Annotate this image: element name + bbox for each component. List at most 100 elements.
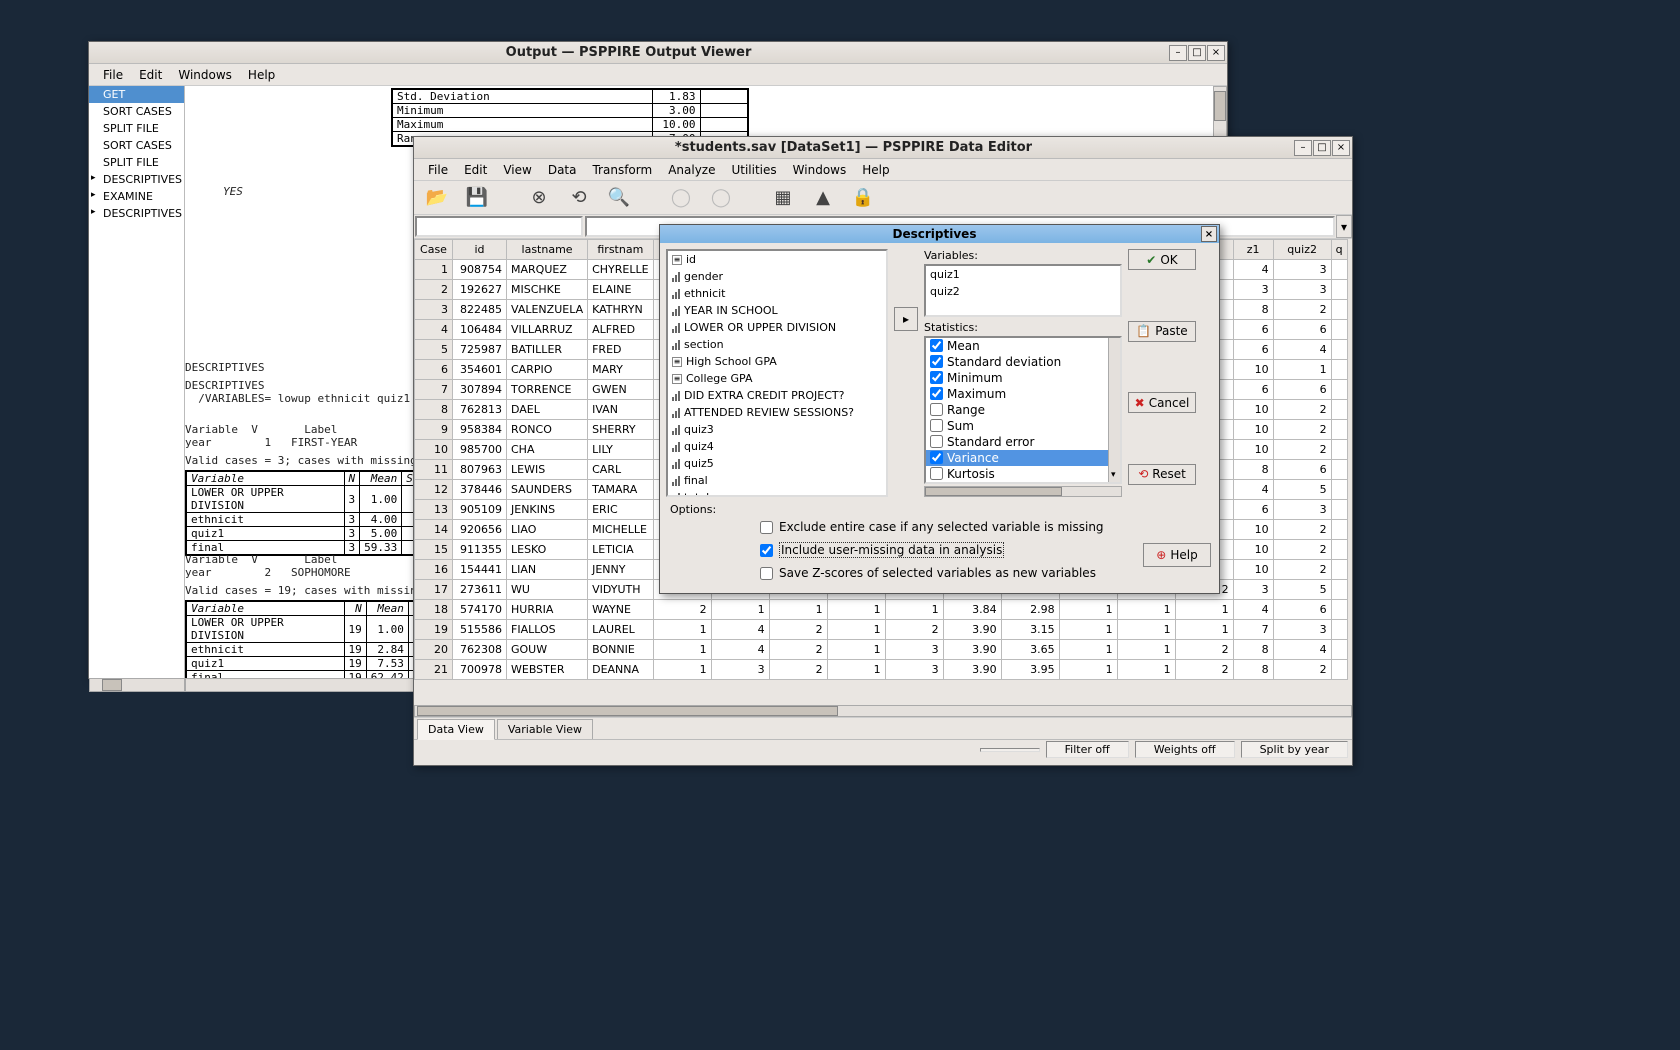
source-var-item[interactable]: quiz3	[668, 421, 886, 438]
stat-option[interactable]: Variance	[926, 450, 1120, 466]
goto-case-icon[interactable]: ⊗	[526, 185, 552, 211]
statistics-list[interactable]: Mean Standard deviation Minimum Maximum …	[924, 336, 1122, 484]
cancel-button[interactable]: ✖Cancel	[1128, 392, 1196, 413]
var-label-header-1: Variable V Label	[185, 423, 337, 436]
tree-item[interactable]: SPLIT FILE	[89, 154, 184, 171]
option-checkbox[interactable]	[760, 521, 773, 534]
option-checkbox[interactable]	[760, 544, 773, 557]
menu-transform[interactable]: Transform	[584, 160, 660, 180]
save-icon[interactable]: 💾	[464, 185, 490, 211]
source-var-item[interactable]: quiz5	[668, 455, 886, 472]
source-var-item[interactable]: DID EXTRA CREDIT PROJECT?	[668, 387, 886, 404]
stat-checkbox[interactable]	[930, 387, 943, 400]
stat-option[interactable]: Range	[926, 402, 1120, 418]
stat-checkbox[interactable]	[930, 371, 943, 384]
goto-variable-icon[interactable]: ⟲	[566, 185, 592, 211]
menu-help[interactable]: Help	[240, 65, 283, 85]
stat-option[interactable]: Mean	[926, 338, 1120, 354]
desc-heading-1: DESCRIPTIVES	[185, 361, 264, 374]
stat-option[interactable]: Minimum	[926, 370, 1120, 386]
menu-view[interactable]: View	[495, 160, 539, 180]
stat-checkbox[interactable]	[930, 403, 943, 416]
tree-item[interactable]: SPLIT FILE	[89, 120, 184, 137]
menu-windows[interactable]: Windows	[785, 160, 855, 180]
source-var-item[interactable]: ethnicit	[668, 285, 886, 302]
stat-checkbox[interactable]	[930, 435, 943, 448]
stat-checkbox[interactable]	[930, 355, 943, 368]
source-var-item[interactable]: gender	[668, 268, 886, 285]
tree-item[interactable]: GET	[89, 86, 184, 103]
source-var-item[interactable]: quiz4	[668, 438, 886, 455]
stat-checkbox[interactable]	[930, 451, 943, 464]
output-tree[interactable]: GETSORT CASESSPLIT FILESORT CASESSPLIT F…	[89, 86, 185, 678]
source-var-item[interactable]: LOWER OR UPPER DIVISION	[668, 319, 886, 336]
value-labels-icon[interactable]: ▦	[770, 185, 796, 211]
help-button[interactable]: ⊕Help	[1143, 543, 1211, 567]
tree-item[interactable]: DESCRIPTIVES	[89, 171, 184, 188]
minimize-button[interactable]: –	[1169, 45, 1187, 61]
menu-edit[interactable]: Edit	[456, 160, 495, 180]
paste-button[interactable]: 📋Paste	[1128, 321, 1196, 342]
var-label-header-2: Variable V Label	[185, 553, 337, 566]
tab-data-view[interactable]: Data View	[417, 719, 495, 740]
stat-checkbox[interactable]	[930, 467, 943, 480]
tree-item[interactable]: SORT CASES	[89, 103, 184, 120]
menu-help[interactable]: Help	[854, 160, 897, 180]
stat-checkbox[interactable]	[930, 339, 943, 352]
stat-option[interactable]: Kurtosis	[926, 466, 1120, 482]
menu-file[interactable]: File	[420, 160, 456, 180]
dialog-close-button[interactable]: ×	[1201, 226, 1217, 242]
insert-variable-icon[interactable]: ◯	[708, 185, 734, 211]
source-var-item[interactable]: section	[668, 336, 886, 353]
menu-data[interactable]: Data	[540, 160, 585, 180]
option-row[interactable]: Exclude entire case if any selected vari…	[670, 516, 1209, 538]
option-row[interactable]: Include user-missing data in analysis	[670, 538, 1209, 562]
variables-label: Variables:	[924, 249, 1122, 262]
source-var-item[interactable]: final	[668, 472, 886, 489]
stat-checkbox[interactable]	[930, 419, 943, 432]
menu-edit[interactable]: Edit	[131, 65, 170, 85]
minimize-button[interactable]: –	[1294, 140, 1312, 156]
ok-button[interactable]: ✔OK	[1128, 249, 1196, 270]
option-checkbox[interactable]	[760, 567, 773, 580]
selected-var-item[interactable]: quiz1	[926, 266, 1120, 283]
source-var-item[interactable]: YEAR IN SCHOOL	[668, 302, 886, 319]
maximize-button[interactable]: □	[1313, 140, 1331, 156]
tree-item[interactable]: EXAMINE	[89, 188, 184, 205]
maximize-button[interactable]: □	[1188, 45, 1206, 61]
stat-option[interactable]: Sum	[926, 418, 1120, 434]
move-variable-button[interactable]: ▸	[894, 307, 918, 331]
source-var-item[interactable]: ≡ High School GPA	[668, 353, 886, 370]
option-row[interactable]: Save Z-scores of selected variables as n…	[670, 562, 1209, 584]
selected-variables-list[interactable]: quiz1quiz2	[924, 264, 1122, 317]
cell-ref-box[interactable]	[415, 216, 583, 237]
dropdown-icon[interactable]: ▾	[1336, 215, 1352, 238]
menu-analyze[interactable]: Analyze	[660, 160, 723, 180]
stat-option[interactable]: Standard error	[926, 434, 1120, 450]
close-button[interactable]: ×	[1207, 45, 1225, 61]
stat-option[interactable]: Standard deviation	[926, 354, 1120, 370]
menu-windows[interactable]: Windows	[170, 65, 240, 85]
close-button[interactable]: ×	[1332, 140, 1350, 156]
reset-button[interactable]: ⟲Reset	[1128, 464, 1196, 485]
source-var-item[interactable]: ≡ id	[668, 251, 886, 268]
open-icon[interactable]: 📂	[424, 185, 450, 211]
menu-file[interactable]: File	[95, 65, 131, 85]
source-var-item[interactable]: ATTENDED REVIEW SESSIONS?	[668, 404, 886, 421]
source-variables-list[interactable]: ≡ id gender ethnicit YEAR IN SCHOOL LOWE…	[666, 249, 888, 497]
source-var-item[interactable]: total	[668, 489, 886, 497]
tab-variable-view[interactable]: Variable View	[497, 719, 593, 739]
weight-icon[interactable]: 🔒	[850, 185, 876, 211]
tree-item[interactable]: SORT CASES	[89, 137, 184, 154]
stat-option[interactable]: Maximum	[926, 386, 1120, 402]
find-icon[interactable]: 🔍	[606, 185, 632, 211]
stats-scrollbar-h[interactable]	[924, 486, 1122, 497]
insert-case-icon[interactable]: ◯	[668, 185, 694, 211]
data-scrollbar-h[interactable]	[414, 705, 1352, 717]
selected-var-item[interactable]: quiz2	[926, 283, 1120, 300]
source-var-item[interactable]: ≡ College GPA	[668, 370, 886, 387]
menu-utilities[interactable]: Utilities	[723, 160, 784, 180]
tree-scrollbar-h[interactable]	[89, 678, 185, 692]
tree-item[interactable]: DESCRIPTIVES	[89, 205, 184, 222]
split-file-icon[interactable]: ▲	[810, 185, 836, 211]
